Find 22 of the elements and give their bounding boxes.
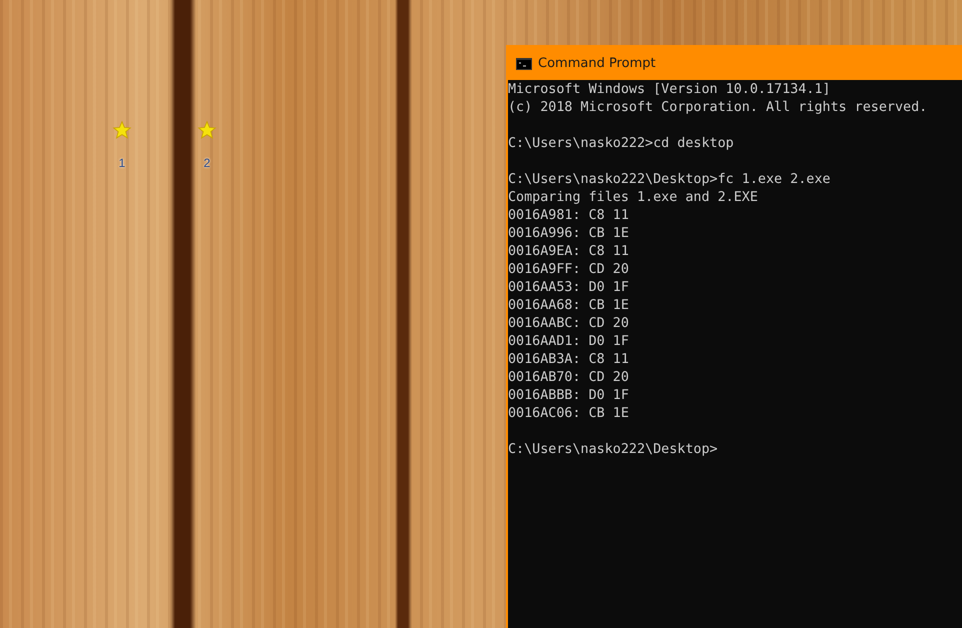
console-line: 0016A996: CB 1E xyxy=(508,225,630,243)
console-line: 0016AAD1: D0 1F xyxy=(508,333,630,351)
console-line: C:\Users\nasko222>cd desktop xyxy=(508,135,735,153)
console-line: 0016AA68: CB 1E xyxy=(508,297,630,315)
window-title: Command Prompt xyxy=(538,56,656,71)
console-line: Microsoft Windows [Version 10.0.17134.1] xyxy=(508,81,832,99)
console-icon xyxy=(516,58,532,70)
console-line: 0016AB3A: C8 11 xyxy=(508,351,630,369)
star-icon xyxy=(112,120,132,140)
console-line: C:\Users\nasko222\Desktop>fc 1.exe 2.exe xyxy=(508,171,832,189)
console-line: Comparing files 1.exe and 2.EXE xyxy=(508,189,759,207)
console-line: 0016A9EA: C8 11 xyxy=(508,243,630,261)
console-line: 0016A9FF: CD 20 xyxy=(508,261,630,279)
console-line: (c) 2018 Microsoft Corporation. All rights reserved. xyxy=(508,99,928,117)
console-line: 0016AA53: D0 1F xyxy=(508,279,630,297)
console-line: 0016AC06: CB 1E xyxy=(508,405,630,423)
console-line: C:\Users\nasko222\Desktop> xyxy=(508,441,719,459)
console-line: 0016AB70: CD 20 xyxy=(508,369,630,387)
console-line: 0016A981: C8 11 xyxy=(508,207,630,225)
console-line: 0016ABBB: D0 1F xyxy=(508,387,630,405)
console-line: 0016AABC: CD 20 xyxy=(508,315,630,333)
star-icon xyxy=(197,120,217,140)
